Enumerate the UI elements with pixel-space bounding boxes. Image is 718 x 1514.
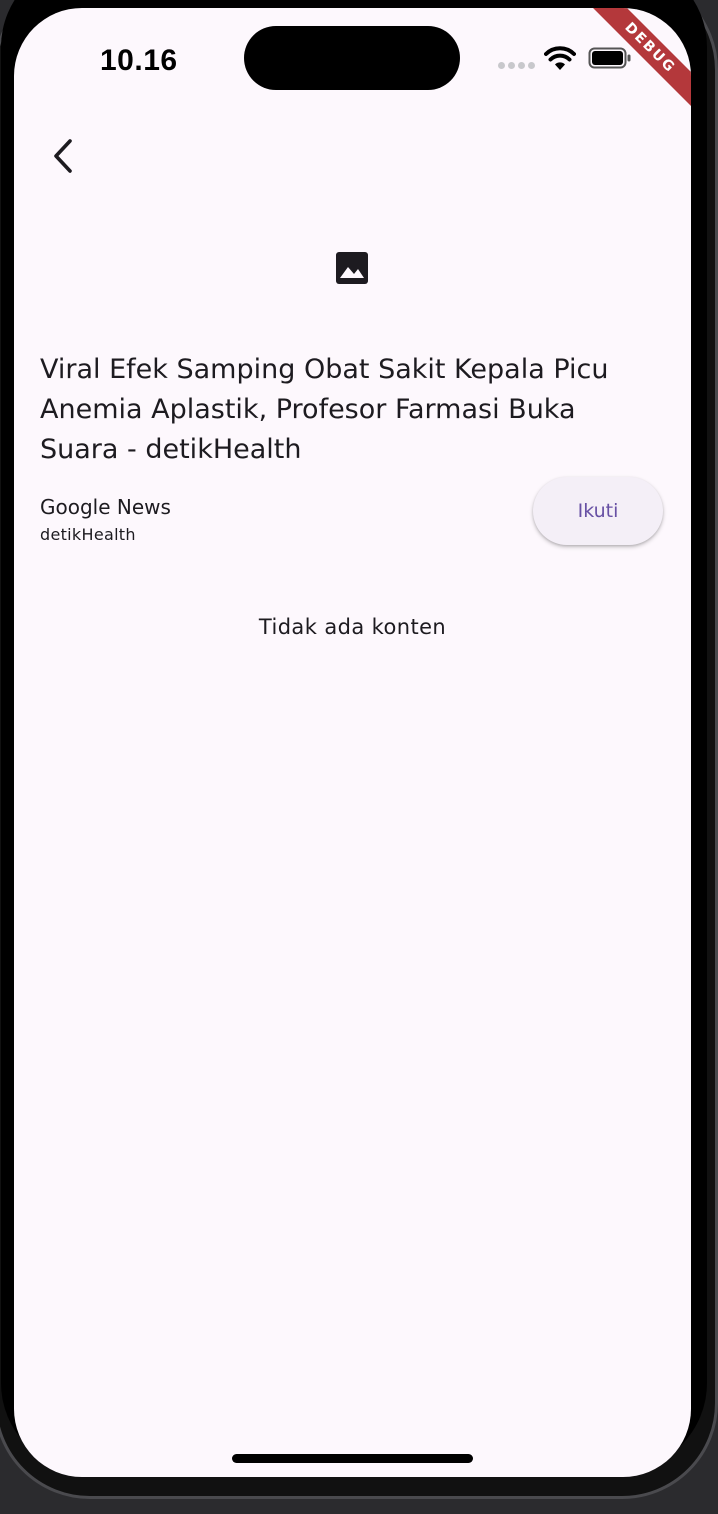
- dynamic-island: [244, 26, 460, 90]
- cellular-signal-icon: [498, 62, 536, 70]
- empty-content-message: Tidak ada konten: [258, 615, 447, 639]
- back-button[interactable]: [36, 128, 92, 184]
- follow-button[interactable]: Ikuti: [533, 477, 663, 545]
- debug-banner: DEBUG: [581, 8, 691, 118]
- app-screen: 10.16 DEBUG Viral Efek Samping Obat Saki…: [14, 8, 691, 1477]
- article-source: Google News: [40, 495, 171, 519]
- image-placeholder-icon: [336, 252, 368, 284]
- status-time: 10.16: [100, 44, 178, 77]
- article-publisher: detikHealth: [40, 525, 136, 544]
- chevron-left-icon: [54, 139, 72, 173]
- device-frame: 10.16 DEBUG Viral Efek Samping Obat Saki…: [0, 0, 718, 1514]
- article-title: Viral Efek Samping Obat Sakit Kepala Pic…: [40, 354, 609, 465]
- debug-banner-label: DEBUG: [581, 8, 691, 117]
- home-indicator[interactable]: [232, 1454, 473, 1463]
- wifi-icon: [544, 46, 576, 70]
